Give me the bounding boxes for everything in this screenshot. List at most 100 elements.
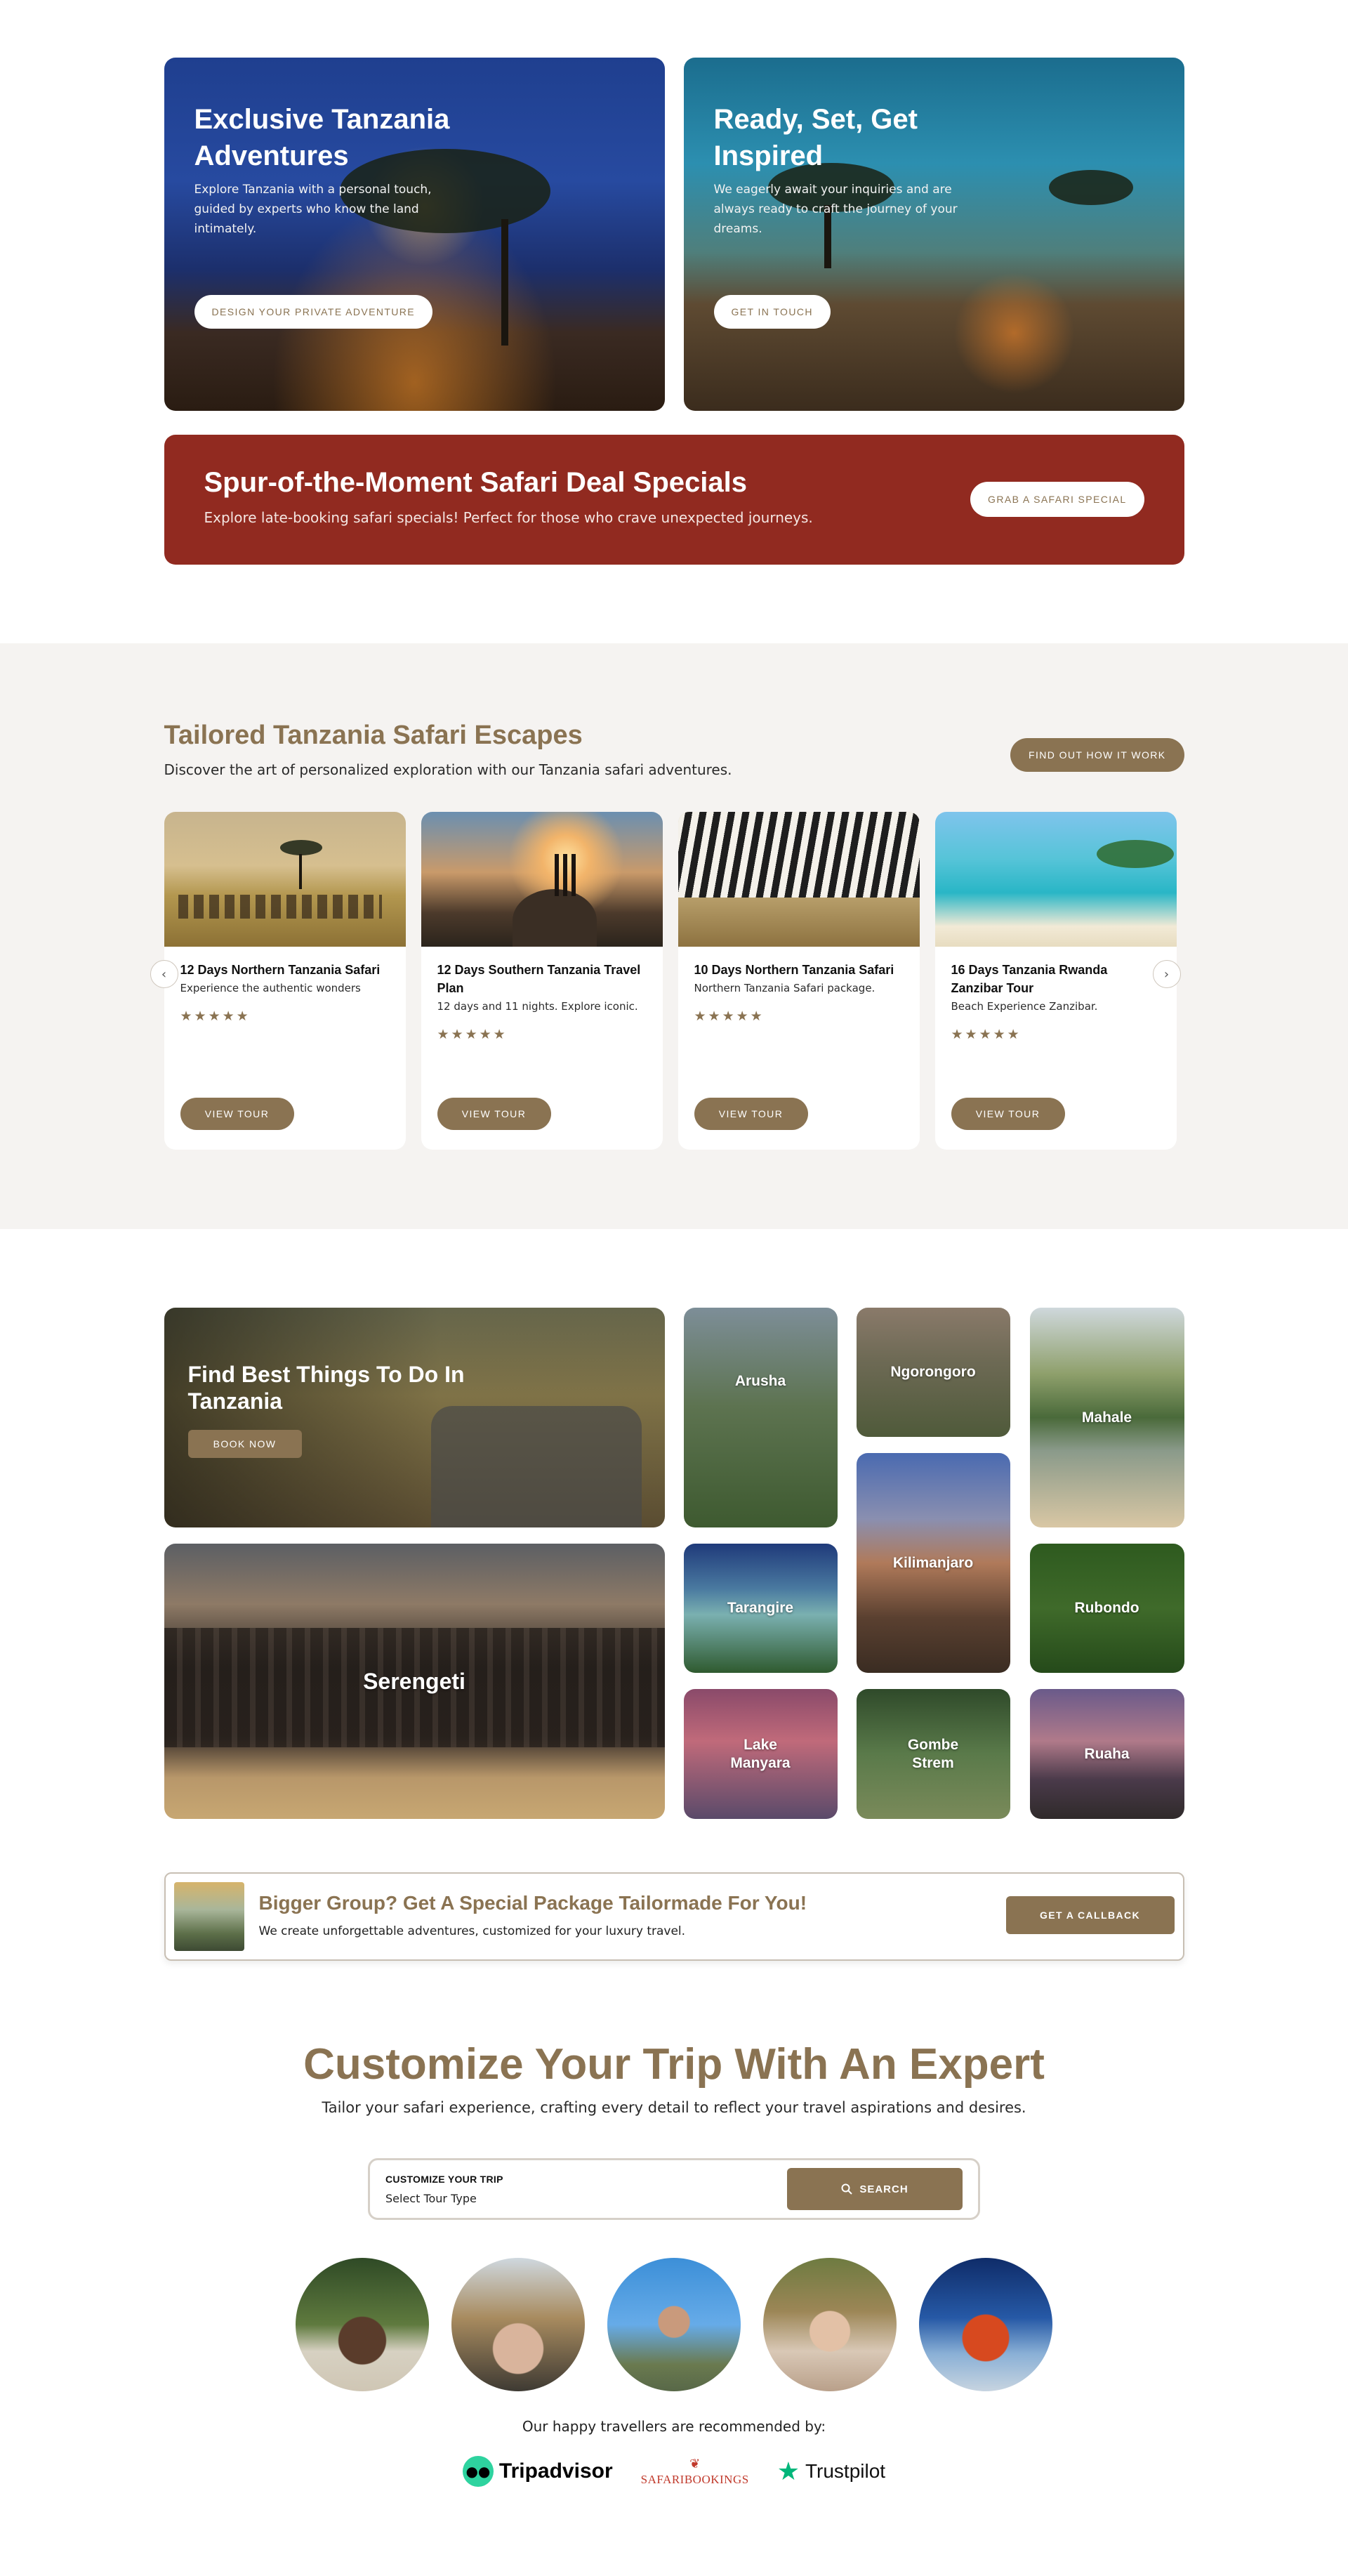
find-out-how-button[interactable]: FIND OUT HOW IT WORK — [1010, 738, 1184, 772]
get-in-touch-button[interactable]: GET IN TOUCH — [713, 295, 831, 329]
tree-silhouette — [1048, 170, 1133, 205]
destinations-section: Find Best Things To Do In Tanzania BOOK … — [0, 1308, 1348, 1819]
chevron-right-icon: › — [1163, 966, 1170, 982]
hero-cards: Exclusive Tanzania Adventures Explore Ta… — [164, 58, 1184, 411]
tile-label: Serengeti — [363, 1669, 465, 1694]
view-tour-button[interactable]: VIEW TOUR — [180, 1098, 294, 1130]
carousel-prev-button[interactable]: ‹ — [150, 960, 178, 988]
gombe-tile[interactable]: Gombe Strem — [856, 1689, 1010, 1819]
deal-description: Explore late-booking safari specials! Pe… — [204, 509, 813, 526]
search-icon — [841, 2183, 853, 2195]
group-photo — [173, 1882, 244, 1951]
view-tour-button[interactable]: VIEW TOUR — [694, 1098, 808, 1130]
tree-silhouette — [279, 840, 322, 855]
ruaha-tile[interactable]: Ruaha — [1029, 1689, 1184, 1819]
hero-title: Exclusive Tanzania Adventures — [194, 104, 450, 171]
tour-image — [934, 812, 1177, 947]
tile-label: Mahale — [1081, 1409, 1132, 1426]
carousel-next-button[interactable]: › — [1152, 960, 1181, 988]
avatar — [919, 2258, 1052, 2391]
tour-name: 10 Days Northern Tanzania Safari — [694, 963, 894, 977]
safaribookings-wordmark: SAFARIBOOKINGS — [640, 2472, 749, 2486]
section-title: Tailored Tanzania Safari Escapes — [164, 721, 583, 750]
tripadvisor-wordmark: Tripadvisor — [498, 2459, 613, 2483]
book-now-button[interactable]: BOOK NOW — [187, 1430, 302, 1458]
tour-type-select[interactable]: Select Tour Type — [385, 2192, 477, 2205]
kilimanjaro-tile[interactable]: Kilimanjaro — [856, 1453, 1010, 1673]
tour-card[interactable]: 10 Days Northern Tanzania Safari Norther… — [678, 812, 920, 1150]
tour-description: Experience the authentic wonders — [180, 982, 361, 994]
tarangire-tile[interactable]: Tarangire — [683, 1544, 838, 1673]
tour-card[interactable]: 12 Days Northern Tanzania Safari Experie… — [164, 812, 406, 1150]
hero-title: Ready, Set, Get Inspired — [713, 104, 918, 171]
search-button[interactable]: SEARCH — [787, 2168, 963, 2210]
trustpilot-logo[interactable]: ★ Trustpilot — [777, 2457, 885, 2486]
avatar — [296, 2258, 429, 2391]
rubondo-tile[interactable]: Rubondo — [1029, 1544, 1184, 1673]
search-button-label: SEARCH — [859, 2183, 908, 2195]
tour-card[interactable]: 12 Days Southern Tanzania Travel Plan 12… — [421, 812, 663, 1150]
review-logos: ●● Tripadvisor ❦ SAFARIBOOKINGS ★ Trustp… — [0, 2456, 1348, 2487]
hero-text: Exclusive Tanzania Adventures Explore Ta… — [194, 101, 468, 239]
tour-image — [421, 812, 663, 947]
rating-stars: ★★★★★ — [180, 1008, 251, 1024]
featured-title: Find Best Things To Do In Tanzania — [187, 1362, 465, 1414]
tour-name: 16 Days Tanzania Rwanda Zanzibar Tour — [951, 963, 1108, 995]
traveller-avatars — [0, 2258, 1348, 2391]
tile-label: Lake Manyara — [730, 1736, 791, 1771]
tour-carousel: 12 Days Northern Tanzania Safari Experie… — [164, 812, 1177, 1150]
deal-title: Spur-of-the-Moment Safari Deal Specials — [204, 467, 747, 498]
tour-name: 12 Days Northern Tanzania Safari — [180, 963, 381, 977]
group-banner: Bigger Group? Get A Special Package Tail… — [164, 1872, 1184, 1961]
tile-label: Arusha — [734, 1373, 786, 1389]
deal-banner: Spur-of-the-Moment Safari Deal Specials … — [164, 435, 1184, 565]
customize-section: Customize Your Trip With An Expert Tailo… — [0, 2039, 1348, 2543]
customize-title: Customize Your Trip With An Expert — [303, 2040, 1045, 2089]
featured-tile[interactable]: Find Best Things To Do In Tanzania BOOK … — [164, 1308, 665, 1527]
hero-card-inspired[interactable]: Ready, Set, Get Inspired We eagerly awai… — [683, 58, 1184, 411]
page-bottom-spacer — [0, 2487, 1348, 2543]
view-tour-button[interactable]: VIEW TOUR — [437, 1098, 551, 1130]
group-title: Bigger Group? Get A Special Package Tail… — [258, 1892, 807, 1914]
tour-body: 12 Days Southern Tanzania Travel Plan 12… — [421, 947, 663, 1056]
tile-label: Kilimanjaro — [892, 1554, 974, 1571]
serengeti-tile[interactable]: Serengeti — [164, 1544, 665, 1819]
tour-description: Beach Experience Zanzibar. — [951, 1000, 1098, 1013]
tours-section: Tailored Tanzania Safari Escapes Discove… — [0, 643, 1348, 1229]
view-tour-button[interactable]: VIEW TOUR — [951, 1098, 1065, 1130]
lake-manyara-tile[interactable]: Lake Manyara — [683, 1689, 838, 1819]
sb-mark-icon: ❦ — [689, 2456, 701, 2471]
avatar — [451, 2258, 585, 2391]
section-subtitle: Discover the art of personalized explora… — [164, 761, 732, 778]
hero-card-exclusive[interactable]: Exclusive Tanzania Adventures Explore Ta… — [164, 58, 665, 411]
tour-name: 12 Days Southern Tanzania Travel Plan — [437, 963, 641, 995]
grab-special-button[interactable]: GRAB A SAFARI SPECIAL — [970, 482, 1144, 517]
get-callback-button[interactable]: GET A CALLBACK — [1005, 1896, 1175, 1934]
safaribookings-logo[interactable]: ❦ SAFARIBOOKINGS — [641, 2457, 749, 2487]
tour-image — [164, 812, 406, 947]
rock-silhouette — [512, 889, 597, 947]
tour-card[interactable]: 16 Days Tanzania Rwanda Zanzibar Tour Be… — [934, 812, 1177, 1150]
tile-label: Ruaha — [1084, 1745, 1130, 1762]
avatar — [607, 2258, 741, 2391]
hero-description: Explore Tanzania with a personal touch, … — [194, 183, 432, 236]
mahale-tile[interactable]: Mahale — [1029, 1308, 1184, 1527]
recommended-text: Our happy travellers are recommended by: — [522, 2418, 826, 2435]
tile-label: Tarangire — [727, 1600, 794, 1616]
trustpilot-wordmark: Trustpilot — [805, 2460, 886, 2482]
ngorongoro-tile[interactable]: Ngorongoro — [856, 1308, 1010, 1437]
tripadvisor-logo[interactable]: ●● Tripadvisor — [462, 2456, 613, 2487]
arusha-tile[interactable]: Arusha — [683, 1308, 838, 1527]
customize-search-box: CUSTOMIZE YOUR TRIP Select Tour Type SEA… — [368, 2158, 980, 2220]
grass — [678, 898, 920, 947]
featured-text: Find Best Things To Do In Tanzania BOOK … — [187, 1361, 469, 1458]
search-label: CUSTOMIZE YOUR TRIP — [385, 2174, 503, 2185]
design-adventure-button[interactable]: DESIGN YOUR PRIVATE ADVENTURE — [194, 295, 433, 329]
star-icon: ★ — [777, 2457, 800, 2486]
tile-label: Gombe Strem — [907, 1736, 959, 1771]
hero-description: We eagerly await your inquiries and are … — [713, 183, 958, 236]
group-section: Bigger Group? Get A Special Package Tail… — [0, 1872, 1348, 1961]
avatar — [763, 2258, 897, 2391]
tree-trunk — [298, 854, 302, 889]
tile-label: Ngorongoro — [890, 1364, 976, 1380]
